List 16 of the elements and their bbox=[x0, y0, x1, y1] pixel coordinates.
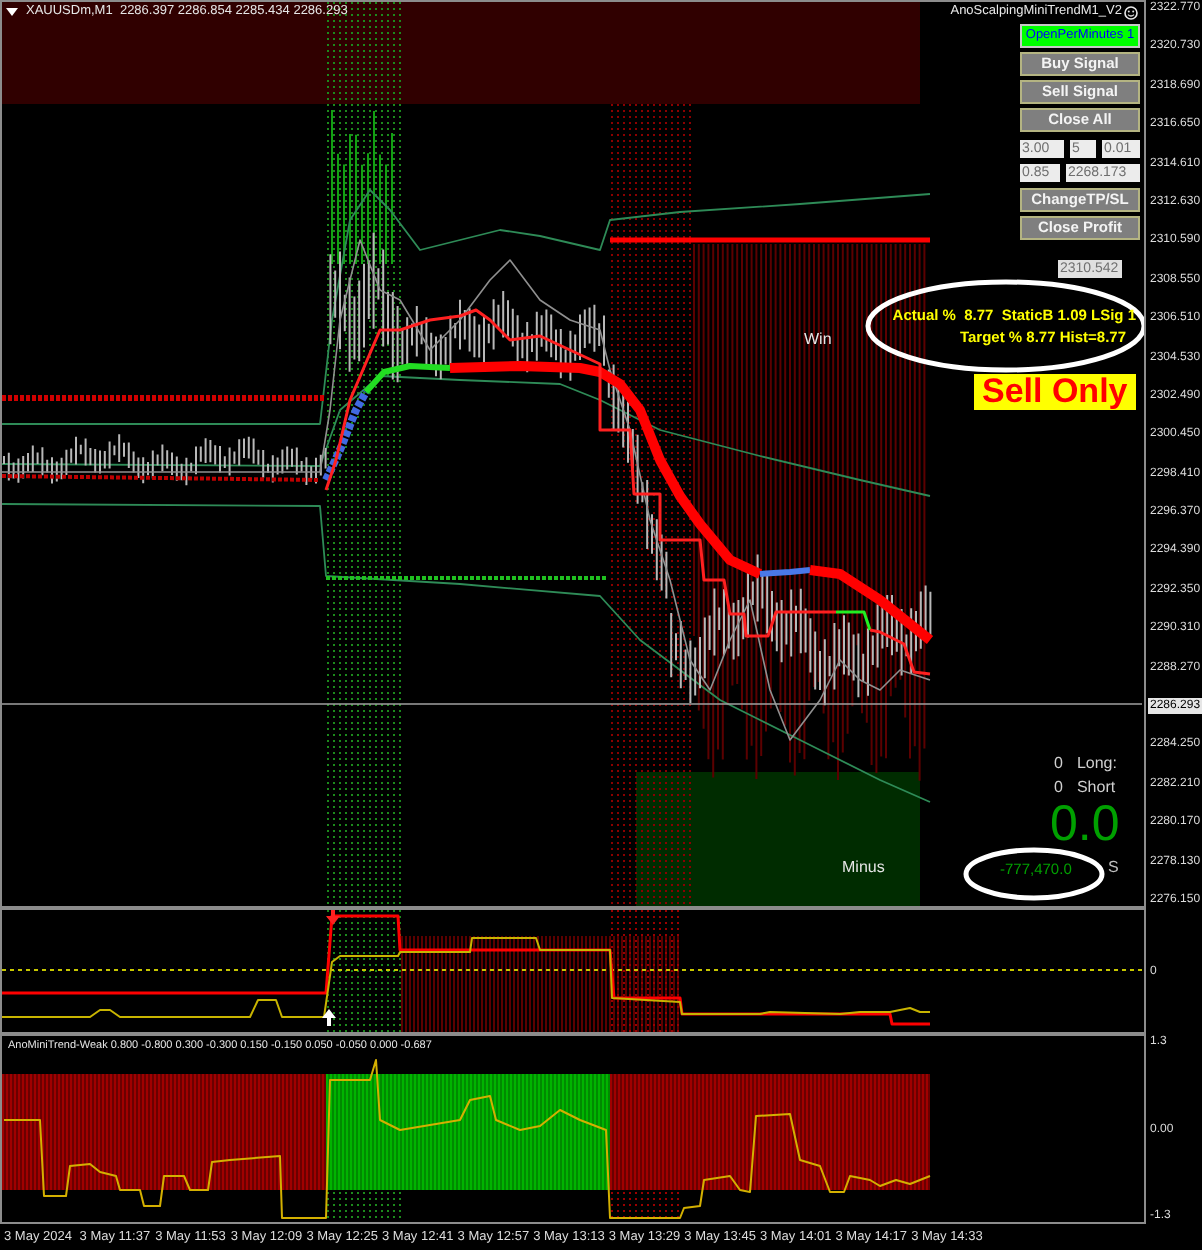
mode-banner: Sell Only bbox=[974, 374, 1136, 410]
currency-label: S bbox=[1108, 858, 1119, 876]
highlight-ellipse bbox=[963, 847, 1105, 901]
arrow-down-icon bbox=[326, 910, 340, 925]
hatched-band bbox=[611, 1191, 679, 1222]
arrow-up-icon bbox=[322, 1009, 336, 1026]
zone-label: Minus bbox=[842, 858, 885, 876]
position-count: 0 bbox=[1054, 754, 1063, 772]
position-label: Short bbox=[1076, 778, 1116, 796]
smiley-icon bbox=[1124, 5, 1138, 19]
hatched-band bbox=[327, 1191, 401, 1222]
zone-label: Win bbox=[804, 330, 832, 348]
position-count: 0 bbox=[1054, 778, 1063, 796]
profit-value: 0.0 bbox=[1050, 800, 1120, 848]
position-label: Long: bbox=[1076, 754, 1117, 772]
caret-icon[interactable] bbox=[6, 8, 18, 16]
